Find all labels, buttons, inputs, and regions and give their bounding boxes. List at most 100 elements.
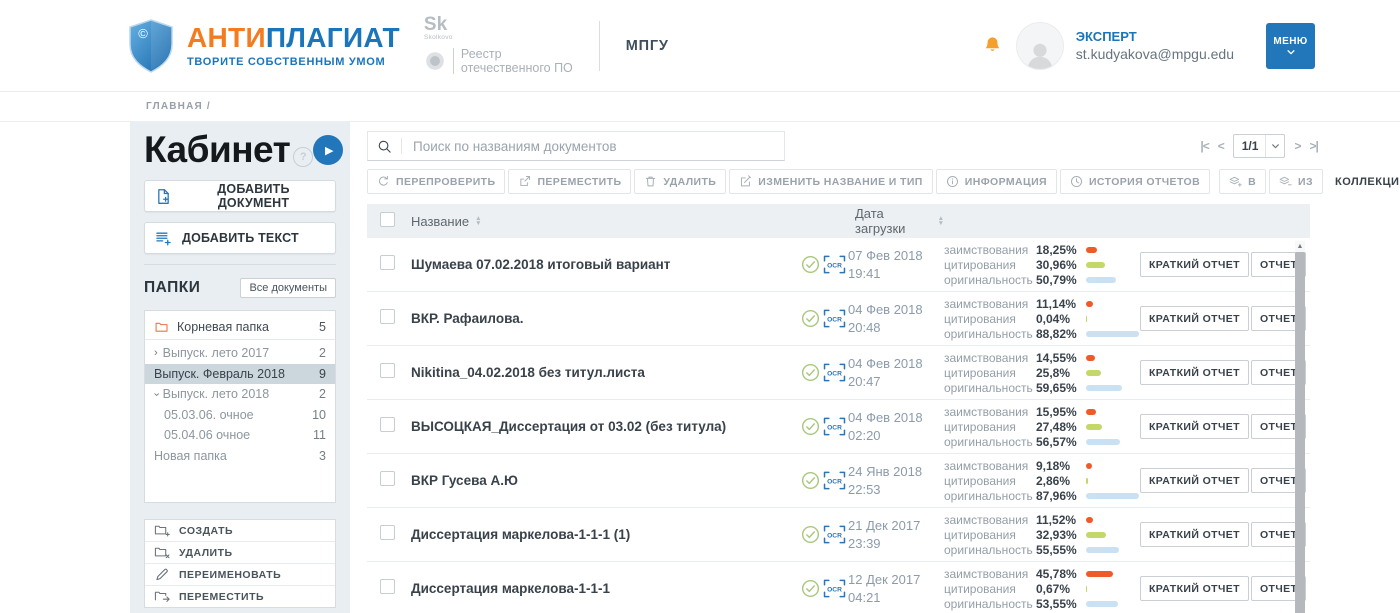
document-title[interactable]: ВКР Гусева А.Ю <box>411 473 801 488</box>
folder-tree-item[interactable]: Выпуск. Февраль 2018 9 <box>145 364 335 385</box>
prev-page-button[interactable]: < <box>1218 139 1224 153</box>
avatar[interactable] <box>1016 22 1064 70</box>
scrollbar-thumb[interactable] <box>1295 252 1305 613</box>
toolbar-button[interactable]: ИНФОРМАЦИЯ <box>936 169 1057 194</box>
column-header-name[interactable]: Название <box>411 214 469 229</box>
folder-action-item[interactable]: УДАЛИТЬ <box>145 542 335 564</box>
table-row[interactable]: ВКР Гусева А.Ю OCR 24 Янв 2018 22:53 заи… <box>367 454 1310 508</box>
row-checkbox[interactable] <box>380 471 395 486</box>
short-report-button[interactable]: КРАТКИЙ ОТЧЕТ <box>1140 414 1249 439</box>
short-report-button[interactable]: КРАТКИЙ ОТЧЕТ <box>1140 306 1249 331</box>
row-checkbox[interactable] <box>380 417 395 432</box>
row-checkbox[interactable] <box>380 309 395 324</box>
table-row[interactable]: Диссертация маркелова-1-1-1 OCR 12 Дек 2… <box>367 562 1310 613</box>
document-title[interactable]: ВЫСОЦКАЯ_Диссертация от 03.02 (без титул… <box>411 419 801 434</box>
add-text-button[interactable]: ДОБАВИТЬ ТЕКСТ <box>144 222 336 254</box>
all-documents-button[interactable]: Все документы <box>240 278 336 298</box>
play-button[interactable]: ▶ <box>313 135 343 165</box>
stat-row: цитирования 27,48% <box>944 420 1140 434</box>
search-input[interactable] <box>411 138 775 155</box>
last-page-button[interactable]: >| <box>1309 139 1317 153</box>
first-page-button[interactable]: |< <box>1200 139 1208 153</box>
page-select[interactable]: 1/1 <box>1233 134 1286 158</box>
collection-add-button[interactable]: В <box>1219 169 1266 194</box>
tree-expand-icon[interactable]: › <box>150 392 161 396</box>
stat-bar <box>1086 547 1140 553</box>
document-title[interactable]: Nikitina_04.02.2018 без титул.листа <box>411 365 801 380</box>
column-header-date[interactable]: Дата загрузки <box>855 206 932 236</box>
document-title[interactable]: Шумаева 07.02.2018 итоговый вариант <box>411 257 801 272</box>
stat-label: заимствования <box>944 351 1036 365</box>
ocr-icon: OCR <box>823 417 846 436</box>
table-row[interactable]: Шумаева 07.02.2018 итоговый вариант OCR … <box>367 238 1310 292</box>
document-title[interactable]: Диссертация маркелова-1-1-1 <box>411 581 801 596</box>
folder-count: 3 <box>319 449 326 463</box>
table-row[interactable]: Диссертация маркелова-1-1-1 (1) OCR 21 Д… <box>367 508 1310 562</box>
toolbar-button[interactable]: ПЕРЕПРОВЕРИТЬ <box>367 169 505 194</box>
add-document-button[interactable]: ДОБАВИТЬ ДОКУМЕНТ <box>144 180 336 212</box>
folder-count: 5 <box>319 320 326 334</box>
scroll-up-icon[interactable]: ▲ <box>1297 241 1304 252</box>
folder-count: 11 <box>313 428 326 442</box>
menu-button[interactable]: МЕНЮ <box>1266 23 1315 69</box>
ocr-icon: OCR <box>823 309 846 328</box>
help-icon[interactable]: ? <box>293 147 313 167</box>
upload-date: 04 Фев 2018 02:20 <box>848 409 944 444</box>
stat-label: цитирования <box>944 366 1036 380</box>
folder-action-item[interactable]: ПЕРЕМЕСТИТЬ <box>145 586 335 607</box>
scrollbar[interactable]: ▲ <box>1295 241 1305 613</box>
folder-tree-item[interactable]: Новая папка 3 <box>145 446 335 467</box>
folder-tree-item[interactable]: Корневая папка 5 <box>145 314 335 340</box>
toolbar-button[interactable]: ИСТОРИЯ ОТЧЕТОВ <box>1060 169 1210 194</box>
document-title[interactable]: Диссертация маркелова-1-1-1 (1) <box>411 527 801 542</box>
row-checkbox[interactable] <box>380 525 395 540</box>
short-report-button[interactable]: КРАТКИЙ ОТЧЕТ <box>1140 252 1249 277</box>
brand-logo[interactable]: © АНТИПЛАГИАТ ТВОРИТЕ СОБСТВЕННЫМ УМОМ <box>128 19 400 73</box>
folder-action-item[interactable]: ПЕРЕИМЕНОВАТЬ <box>145 564 335 586</box>
stat-label: оригинальность <box>944 327 1036 341</box>
folder-tree-item[interactable]: 05.04.06 очное 11 <box>145 425 335 446</box>
table-row[interactable]: ВЫСОЦКАЯ_Диссертация от 03.02 (без титул… <box>367 400 1310 454</box>
table-row[interactable]: ВКР. Рафаилова. OCR 04 Фев 2018 20:48 за… <box>367 292 1310 346</box>
short-report-button[interactable]: КРАТКИЙ ОТЧЕТ <box>1140 522 1249 547</box>
stat-value: 56,57% <box>1036 435 1086 449</box>
document-title[interactable]: ВКР. Рафаилова. <box>411 311 801 326</box>
stat-label: оригинальность <box>944 273 1036 287</box>
software-registry-logo: Реестр отечественного ПО <box>424 47 573 76</box>
stat-value: 32,93% <box>1036 528 1086 542</box>
tree-expand-icon[interactable]: › <box>154 348 158 359</box>
row-checkbox[interactable] <box>380 255 395 270</box>
folder-tree-item[interactable]: 05.03.06. очное 10 <box>145 405 335 426</box>
stat-label: оригинальность <box>944 381 1036 395</box>
next-page-button[interactable]: > <box>1294 139 1300 153</box>
app-header: © АНТИПЛАГИАТ ТВОРИТЕ СОБСТВЕННЫМ УМОМ S… <box>0 0 1400 92</box>
row-checkbox[interactable] <box>380 579 395 594</box>
short-report-button[interactable]: КРАТКИЙ ОТЧЕТ <box>1140 576 1249 601</box>
status-checked-icon <box>801 417 820 436</box>
breadcrumb[interactable]: ГЛАВНАЯ / <box>0 92 1400 122</box>
folder-label: Выпуск. лето 2017 <box>163 346 270 360</box>
toolbar-button[interactable]: ИЗМЕНИТЬ НАЗВАНИЕ И ТИП <box>729 169 933 194</box>
stat-bar <box>1086 517 1140 523</box>
short-report-button[interactable]: КРАТКИЙ ОТЧЕТ <box>1140 360 1249 385</box>
layers-plus-icon <box>1229 175 1242 188</box>
sort-name-icon[interactable]: ▲▼ <box>475 216 481 226</box>
select-all-checkbox[interactable] <box>380 212 395 227</box>
sort-date-icon[interactable]: ▲▼ <box>938 216 944 226</box>
ocr-icon: OCR <box>823 525 846 544</box>
stat-value: 50,79% <box>1036 273 1086 287</box>
toolbar-button[interactable]: ПЕРЕМЕСТИТЬ <box>508 169 631 194</box>
toolbar-button[interactable]: УДАЛИТЬ <box>634 169 726 194</box>
folder-action-item[interactable]: СОЗДАТЬ <box>145 520 335 542</box>
stat-row: оригинальность 87,96% <box>944 489 1140 503</box>
short-report-button[interactable]: КРАТКИЙ ОТЧЕТ <box>1140 468 1249 493</box>
folder-tree-item[interactable]: › Выпуск. лето 2018 2 <box>145 384 335 405</box>
stat-value: 11,14% <box>1036 297 1086 311</box>
collection-remove-button[interactable]: ИЗ <box>1269 169 1323 194</box>
table-row[interactable]: Nikitina_04.02.2018 без титул.листа OCR … <box>367 346 1310 400</box>
folder-tree-item[interactable]: › Выпуск. лето 2017 2 <box>145 343 335 364</box>
row-checkbox[interactable] <box>380 363 395 378</box>
notification-bell-icon[interactable] <box>983 36 1002 55</box>
stat-value: 15,95% <box>1036 405 1086 419</box>
add-text-icon <box>155 230 172 247</box>
